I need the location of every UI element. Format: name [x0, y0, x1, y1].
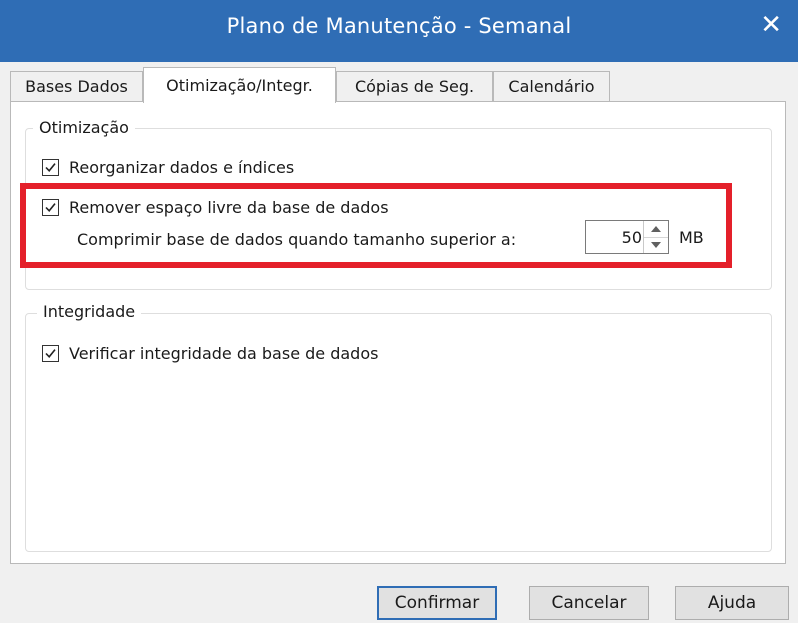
reorganize-row: Reorganizar dados e índices [42, 158, 294, 177]
verify-integrity-label: Verificar integridade da base de dados [69, 344, 379, 363]
highlight-box [20, 183, 732, 268]
tab-otimizacao-integr[interactable]: Otimização/Integr. [143, 67, 336, 103]
reorganize-label: Reorganizar dados e índices [69, 158, 295, 177]
verify-integrity-checkbox[interactable] [42, 345, 59, 362]
optimization-legend: Otimização [33, 118, 135, 137]
confirm-button[interactable]: Confirmar [377, 586, 497, 620]
close-icon[interactable]: ✕ [760, 10, 782, 40]
reorganize-checkbox[interactable] [42, 159, 59, 176]
window-title: Plano de Manutenção - Semanal [226, 14, 572, 38]
title-bar: Plano de Manutenção - Semanal ✕ [0, 0, 798, 62]
checkmark-icon [45, 163, 56, 173]
verify-integrity-row: Verificar integridade da base de dados [42, 344, 378, 363]
cancel-button[interactable]: Cancelar [529, 586, 649, 620]
maintenance-plan-dialog: Plano de Manutenção - Semanal ✕ Bases Da… [0, 0, 798, 623]
integrity-legend: Integridade [37, 302, 142, 321]
tab-copias-de-seg[interactable]: Cópias de Seg. [336, 71, 493, 101]
tab-calendario[interactable]: Calendário [493, 71, 610, 101]
tab-bases-dados[interactable]: Bases Dados [10, 71, 143, 101]
checkmark-icon [45, 349, 56, 359]
help-button[interactable]: Ajuda [675, 586, 789, 620]
